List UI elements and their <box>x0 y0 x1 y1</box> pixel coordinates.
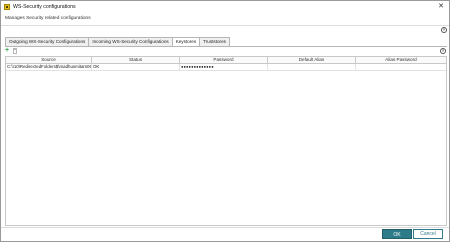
column-header-password[interactable]: Password <box>180 57 268 63</box>
tab-panel-border <box>5 46 447 47</box>
tab-incoming-ws-security[interactable]: Incoming WS-Security Configurations <box>88 37 173 46</box>
cancel-button[interactable]: Cancel <box>413 229 443 239</box>
cell-alias-password[interactable] <box>356 64 446 70</box>
add-keystore-icon[interactable]: + <box>5 47 9 54</box>
ws-security-dialog: WS-Security configurations ✕ Manages Sec… <box>0 0 450 242</box>
tab-bar: Outgoing WS-Security Configurations Inco… <box>5 37 230 47</box>
title-bar: WS-Security configurations ✕ <box>1 1 449 12</box>
help-button-keystores[interactable]: ? <box>440 48 446 54</box>
tab-truststores[interactable]: Truststores <box>199 37 230 46</box>
column-header-alias-password[interactable]: Alias Password <box>356 57 446 63</box>
column-header-default-alias[interactable]: Default Alias <box>268 57 356 63</box>
help-button-top[interactable]: ? <box>441 27 447 33</box>
app-icon <box>4 3 10 10</box>
keystores-table: Source Status Password Default Alias Ali… <box>5 56 447 226</box>
cell-password[interactable]: ●●●●●●●●●●●●● <box>180 64 268 70</box>
ok-button[interactable]: OK <box>382 229 412 239</box>
cell-status: OK <box>92 64 180 70</box>
dialog-subtitle: Manages Security related configurations <box>5 16 91 21</box>
close-icon[interactable]: ✕ <box>438 2 444 11</box>
cell-default-alias[interactable] <box>268 64 356 70</box>
divider <box>1 227 449 228</box>
tab-outgoing-ws-security[interactable]: Outgoing WS-Security Configurations <box>5 37 90 46</box>
keystore-toolbar: + <box>5 47 18 54</box>
table-row[interactable]: C:\\10\RedirectedFolders$\madhusmitam064… <box>6 64 446 71</box>
column-header-source[interactable]: Source <box>6 57 92 63</box>
help-icon: ? <box>440 48 446 54</box>
delete-keystore-icon[interactable] <box>13 47 18 54</box>
help-icon: ? <box>441 27 447 33</box>
column-header-status[interactable]: Status <box>92 57 180 63</box>
window-title: WS-Security configurations <box>13 3 76 10</box>
cell-source[interactable]: C:\\10\RedirectedFolders$\madhusmitam064… <box>6 64 92 70</box>
table-header: Source Status Password Default Alias Ali… <box>6 57 446 64</box>
divider <box>1 25 449 26</box>
